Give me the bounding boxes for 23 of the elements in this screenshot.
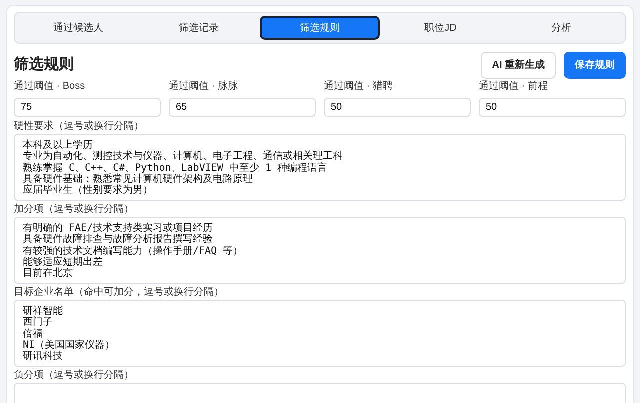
page-heading: 筛选规则	[14, 55, 74, 76]
field-label: 通过阈值 · 脉脉	[169, 81, 238, 92]
threshold-input[interactable]: 50	[324, 98, 471, 117]
field-label: 负分项（逗号或换行分隔）	[14, 370, 134, 381]
tab[interactable]: 职位JD	[380, 16, 502, 40]
tab[interactable]: 筛选记录	[138, 16, 260, 40]
regenerate-button[interactable]: AI 重新生成	[481, 52, 556, 79]
text-area[interactable]: 有明确的 FAE/技术支持类实习或项目经历 具备硬件故障排查与故障分析报告撰写经验 有较强的技术文档编写能力（操作手册/FAQ 等） 能够适应短期出差 目前在北京	[14, 217, 626, 284]
text-area[interactable]: 研祥智能 西门子 倍福 NI（美国国家仪器） 研讯科技	[14, 300, 626, 367]
field-label: 通过阈值 · Boss	[14, 81, 86, 92]
field-label: 加分项（逗号或换行分隔）	[14, 204, 134, 215]
threshold-input[interactable]: 50	[479, 98, 626, 117]
tab[interactable]: 筛选规则	[260, 16, 380, 40]
save-button[interactable]: 保存规则	[564, 52, 626, 79]
field-label: 硬性要求（逗号或换行分隔）	[14, 121, 144, 132]
field-label: 目标企业名单（命中可加分，逗号或换行分隔）	[14, 287, 224, 298]
field-label: 通过阈值 · 前程	[479, 81, 548, 92]
threshold-input[interactable]: 75	[14, 98, 161, 117]
tab[interactable]: 通过候选人	[18, 16, 139, 40]
threshold-input[interactable]: 65	[169, 98, 316, 117]
field-label: 通过阈值 · 猎聘	[324, 81, 393, 92]
tab[interactable]: 分析	[501, 16, 622, 40]
text-area[interactable]: 本科及以上学历 专业为自动化、测控技术与仪器、计算机、电子工程、通信或相关理工科 熟练掌握 C、C++、C#、Python、LabVIEW 中至少 1 种编程语言 具备硬件基础：熟悉常见计算机硬件架构及电路原理 应届毕业生（性别要求为男）	[14, 134, 626, 201]
